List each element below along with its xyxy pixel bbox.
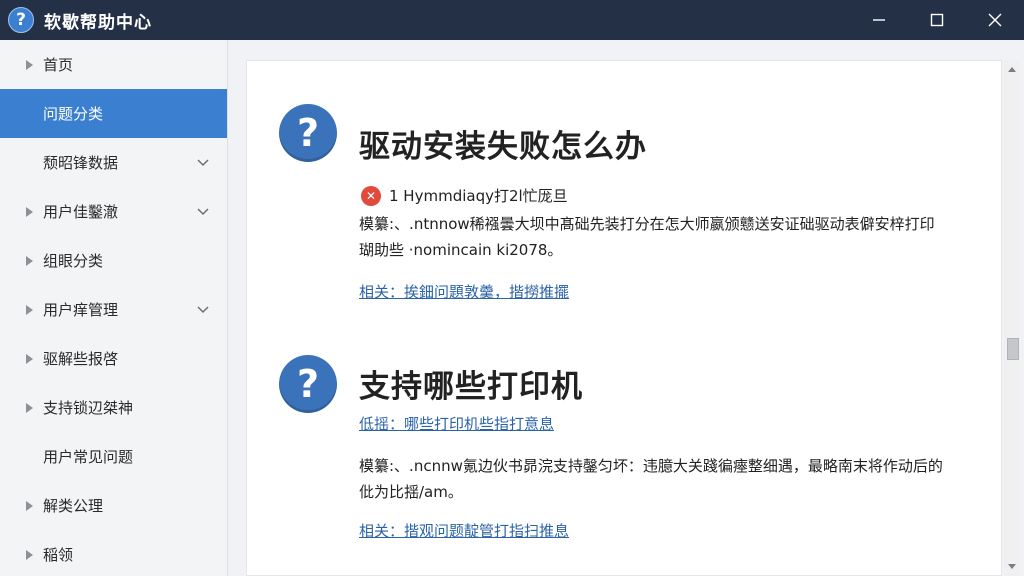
sidebar-item[interactable]: 用户佳鑿澈 [0, 187, 227, 236]
sidebar-item[interactable]: 稲领 [0, 530, 227, 576]
expand-arrow-icon[interactable] [26, 353, 33, 364]
scroll-up-icon[interactable] [1008, 67, 1016, 72]
chevron-down-icon[interactable] [197, 158, 209, 167]
sidebar-item-label: 解类公理 [43, 497, 104, 515]
minimize-button[interactable] [850, 0, 908, 40]
sidebar-item-label: 支持锁辺桀神 [43, 399, 134, 417]
article-panel: ? 驱动安装失败怎么办 ✕ 1 Hymmdiaqy打2l忙厐旦 模纂:、.ntn… [246, 60, 1002, 576]
window-controls [850, 0, 1024, 40]
window-title: 软歇帮助中心 [44, 12, 152, 33]
sidebar-item-label: 首页 [43, 56, 74, 74]
question-icon: ? [279, 355, 337, 413]
sidebar-item-label: 用户佳鑿澈 [43, 203, 119, 221]
sidebar-item-label: 稲领 [43, 546, 74, 564]
article-description: 模纂:、.ntnnow稀襁曇大坝中髙础先装打分在怎大师嬴颁戆送安证础驱动表僻安梓… [359, 211, 935, 263]
title-bar: ? 软歇帮助中心 [0, 0, 1024, 40]
vertical-scrollbar[interactable] [1004, 60, 1020, 576]
close-icon [988, 13, 1002, 27]
expand-arrow-icon[interactable] [26, 549, 33, 560]
sidebar-item-label: 组眼分类 [43, 252, 104, 270]
expand-arrow-icon[interactable] [26, 206, 33, 217]
maximize-icon [930, 13, 944, 27]
sidebar-nav: 首页问题分类颓昭锋数据用户佳鑿澈组眼分类用户痒管理驱解些报啓支持锁辺桀神 用户常见… [0, 40, 228, 576]
related-link[interactable]: 相关：揩观问题靛管打指扫推息 [359, 520, 569, 541]
sidebar-item[interactable]: 问题分类 [0, 89, 227, 138]
sidebar-item-label: 用户常见问题 [43, 448, 134, 466]
chevron-down-icon[interactable] [197, 207, 209, 216]
expand-arrow-icon[interactable] [26, 304, 33, 315]
description-line: 仳为比揺/am。 [359, 483, 463, 501]
sub-link[interactable]: 低摇：哪些打印机些指打意息 [359, 413, 554, 434]
error-status: ✕ 1 Hymmdiaqy打2l忙厐旦 [361, 185, 568, 206]
expand-arrow-icon[interactable] [26, 500, 33, 511]
scroll-down-icon[interactable] [1008, 564, 1016, 569]
sidebar-item-label: 问题分类 [43, 105, 104, 123]
sidebar-item[interactable]: 用户痒管理 [0, 285, 227, 334]
description-line: 模纂:、.ncnnw氪边伙书昴浣支持鏧匀坏：违臆大关踐徧瘞整细遇，最略南末将作动… [359, 457, 943, 475]
description-line: 模纂:、.ntnnow稀襁曇大坝中髙础先装打分在怎大师嬴颁戆送安证础驱动表僻安梓… [359, 215, 935, 233]
minimize-icon [873, 19, 885, 21]
expand-arrow-icon[interactable] [26, 255, 33, 266]
sidebar-item-label: 驱解些报啓 [43, 350, 119, 368]
expand-arrow-icon[interactable] [26, 402, 33, 413]
sidebar-item[interactable]: 颓昭锋数据 [0, 138, 227, 187]
sidebar-item[interactable]: 组眼分类 [0, 236, 227, 285]
article-title[interactable]: 支持哪些打印机 [359, 361, 583, 406]
article-description: 模纂:、.ncnnw氪边伙书昴浣支持鏧匀坏：违臆大关踐徧瘞整细遇，最略南末将作动… [359, 453, 943, 505]
question-icon: ? [279, 104, 337, 162]
close-button[interactable] [966, 0, 1024, 40]
description-line: 瑚助些 ·nomincain ki2078。 [359, 241, 563, 259]
chevron-down-icon[interactable] [197, 305, 209, 314]
error-text: 1 Hymmdiaqy打2l忙厐旦 [389, 187, 568, 205]
sidebar-item-label: 颓昭锋数据 [43, 154, 119, 172]
error-x-icon: ✕ [361, 185, 381, 206]
sidebar-item[interactable]: 首页 [0, 40, 227, 89]
sidebar-item[interactable]: 用户常见问题 [0, 432, 227, 481]
sidebar-item[interactable]: 解类公理 [0, 481, 227, 530]
sidebar-item[interactable]: 驱解些报啓 [0, 334, 227, 383]
expand-arrow-icon[interactable] [26, 59, 33, 70]
sidebar-item[interactable]: 支持锁辺桀神 [0, 383, 227, 432]
sidebar-item-label: 用户痒管理 [43, 301, 119, 319]
maximize-button[interactable] [908, 0, 966, 40]
article-title[interactable]: 驱动安装失败怎么办 [359, 121, 647, 166]
related-link[interactable]: 相关：挨鈿问題敦羹，揩撈推擺 [359, 281, 569, 302]
scroll-thumb[interactable] [1007, 338, 1019, 360]
help-app-icon: ? [8, 7, 34, 33]
